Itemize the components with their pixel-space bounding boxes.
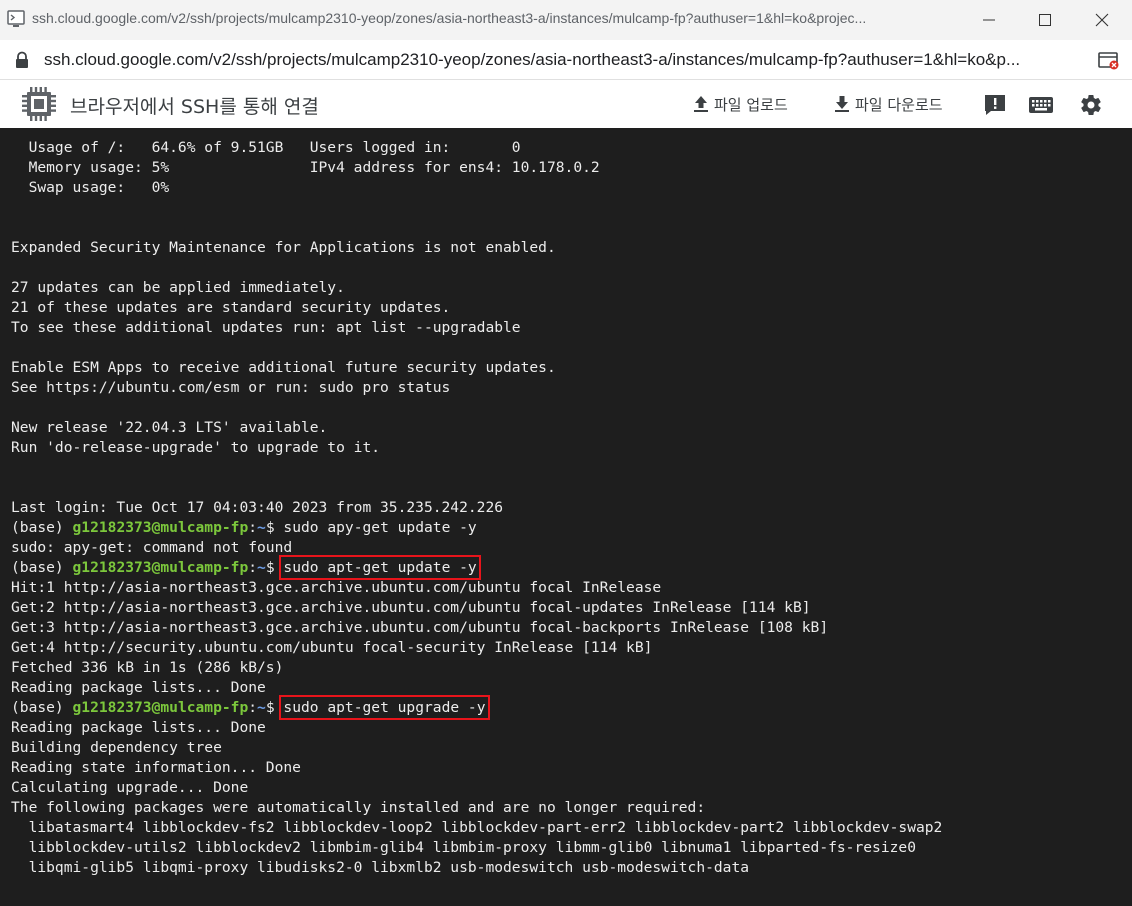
terminal-line: Hit:1 http://asia-northeast3.gce.archive… (11, 579, 662, 596)
address-bar[interactable]: ssh.cloud.google.com/v2/ssh/projects/mul… (0, 40, 1132, 80)
upload-file-button[interactable]: 파일 업로드 (692, 92, 788, 116)
terminal-bottom (0, 901, 1132, 906)
prompt-path: ~ (257, 699, 266, 716)
terminal-line: Run 'do-release-upgrade' to upgrade to i… (11, 439, 381, 456)
terminal-line: libatasmart4 libblockdev-fs2 libblockdev… (11, 819, 943, 836)
keyboard-icon[interactable] (1028, 93, 1054, 117)
download-file-button[interactable]: 파일 다운로드 (833, 92, 943, 116)
command: sudo apy-get update -y (283, 519, 477, 536)
terminal-line: Get:4 http://security.ubuntu.com/ubuntu … (11, 639, 653, 656)
terminal-line: To see these additional updates run: apt… (11, 319, 521, 336)
settings-icon[interactable] (1078, 93, 1104, 117)
terminal-line: 27 updates can be applied immediately. (11, 279, 345, 296)
prompt-separator: : (248, 699, 258, 716)
prompt-path: ~ (257, 519, 266, 536)
prompt-symbol: $ (265, 559, 284, 576)
terminal-line: The following packages were automaticall… (11, 799, 706, 816)
prompt-user: g12182373@mulcamp-fp (72, 519, 249, 536)
chip-icon (22, 87, 56, 121)
highlighted-command: sudo apt-get update -y (279, 555, 481, 580)
terminal-line: Enable ESM Apps to receive additional fu… (11, 359, 556, 376)
prompt-symbol: $ (265, 699, 284, 716)
cast-icon[interactable] (1098, 51, 1120, 71)
terminal-line: See https://ubuntu.com/esm or run: sudo … (11, 379, 451, 396)
terminal-prompt-line: (base) g12182373@mulcamp-fp:~$ sudo apy-… (11, 518, 942, 538)
prompt-path: ~ (257, 559, 266, 576)
minimize-icon (983, 19, 995, 21)
terminal-line: 21 of these updates are standard securit… (11, 299, 451, 316)
maximize-icon (1039, 14, 1051, 26)
ssh-toolbar: 브라우저에서 SSH를 통해 연결 파일 업로드 파일 다운로드 (0, 80, 1132, 128)
help-icon[interactable] (982, 93, 1008, 117)
maximize-button[interactable] (1016, 0, 1074, 40)
terminal-prompt-line: (base) g12182373@mulcamp-fp:~$ sudo apt-… (11, 695, 942, 720)
prompt-symbol: $ (265, 519, 284, 536)
prompt-prefix: (base) (11, 699, 73, 716)
terminal-line: Reading package lists... Done (11, 719, 266, 736)
terminal-line: Calculating upgrade... Done (11, 779, 249, 796)
terminal-line: Fetched 336 kB in 1s (286 kB/s) (11, 659, 284, 676)
terminal-line: Memory usage: 5% IPv4 address for ens4: … (11, 159, 600, 176)
close-button[interactable] (1073, 0, 1131, 40)
terminal-line: libblockdev-utils2 libblockdev2 libmbim-… (11, 839, 916, 856)
terminal-line: Get:3 http://asia-northeast3.gce.archive… (11, 619, 829, 636)
terminal-line: Reading package lists... Done (11, 679, 266, 696)
lock-icon (16, 51, 28, 68)
terminal-line: Last login: Tue Oct 17 04:03:40 2023 fro… (11, 499, 504, 516)
download-file-label: 파일 다운로드 (855, 95, 943, 114)
upload-file-label: 파일 업로드 (714, 95, 788, 114)
terminal-line: Swap usage: 0% (11, 179, 170, 196)
terminal-output: Usage of /: 64.6% of 9.51GB Users logged… (11, 138, 942, 878)
url-text[interactable]: ssh.cloud.google.com/v2/ssh/projects/mul… (44, 50, 1084, 70)
terminal-line: sudo: apy-get: command not found (11, 539, 293, 556)
page-title: 브라우저에서 SSH를 통해 연결 (70, 96, 319, 118)
terminal-line: Usage of /: 64.6% of 9.51GB Users logged… (11, 139, 521, 156)
terminal-line: Expanded Security Maintenance for Applic… (11, 239, 556, 256)
terminal-prompt-line: (base) g12182373@mulcamp-fp:~$ sudo apt-… (11, 555, 942, 580)
terminal[interactable]: Usage of /: 64.6% of 9.51GB Users logged… (0, 128, 1132, 906)
prompt-separator: : (248, 519, 258, 536)
window-title-bar: ssh.cloud.google.com/v2/ssh/projects/mul… (0, 0, 1132, 40)
window-title: ssh.cloud.google.com/v2/ssh/projects/mul… (32, 10, 867, 26)
terminal-line: Building dependency tree (11, 739, 222, 756)
terminal-line: New release '22.04.3 LTS' available. (11, 419, 328, 436)
download-icon (835, 96, 849, 112)
prompt-prefix: (base) (11, 519, 73, 536)
terminal-line: libqmi-glib5 libqmi-proxy libudisks2-0 l… (11, 859, 750, 876)
prompt-prefix: (base) (11, 559, 73, 576)
terminal-line: Get:2 http://asia-northeast3.gce.archive… (11, 599, 811, 616)
upload-icon (694, 96, 708, 112)
prompt-user: g12182373@mulcamp-fp (72, 559, 249, 576)
close-icon (1095, 13, 1109, 27)
minimize-button[interactable] (960, 0, 1018, 40)
app-icon (7, 10, 25, 27)
prompt-user: g12182373@mulcamp-fp (72, 699, 249, 716)
highlighted-command: sudo apt-get upgrade -y (279, 695, 490, 720)
terminal-line: Reading state information... Done (11, 759, 301, 776)
prompt-separator: : (248, 559, 258, 576)
